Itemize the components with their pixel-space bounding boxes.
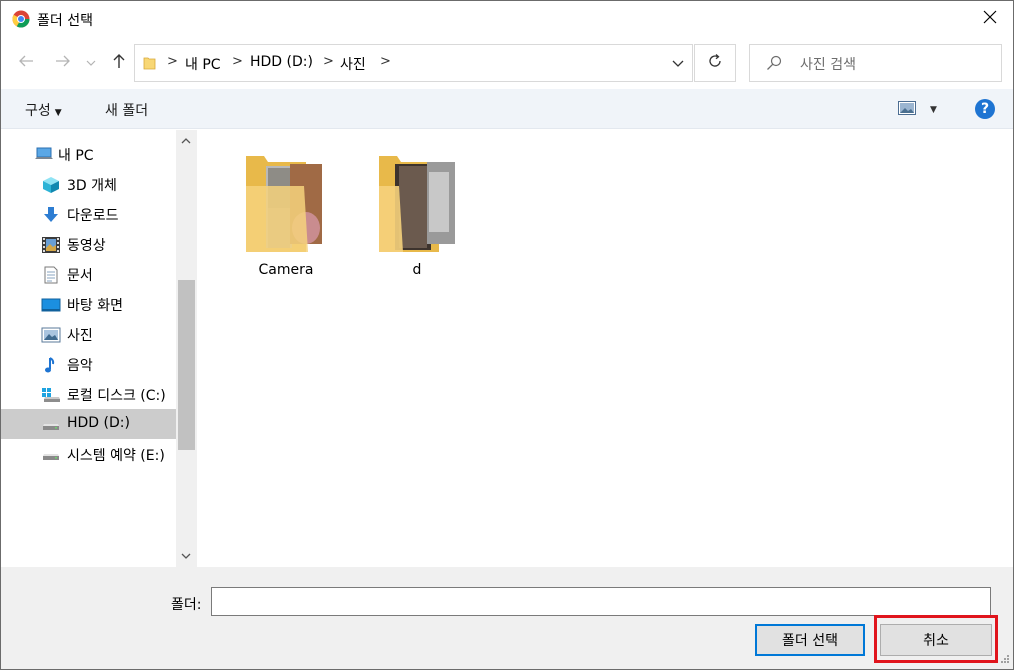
arrow-left-icon [18,54,34,72]
sidebar-item-label: HDD (D:) [67,415,130,431]
navigation-pane: 내 PC 3D 개체 다운로드 동영상 문서 바탕 화면 사진 음악 로컬 디스… [1,130,197,567]
search-icon [766,55,782,75]
folder-item-camera[interactable]: Camera [226,150,346,280]
sidebar-item-3d-objects[interactable]: 3D 개체 [1,169,176,199]
sidebar-item-label: 바탕 화면 [67,298,123,314]
search-box[interactable]: 사진 검색 [749,44,1002,82]
sidebar-item-label: 음악 [67,358,93,374]
folder-thumbnail-icon [244,152,324,260]
sidebar-item-pictures[interactable]: 사진 [1,319,176,349]
search-placeholder: 사진 검색 [800,57,856,73]
breadcrumb-item-pc[interactable]: 내 PC [185,54,221,74]
arrow-right-icon [55,54,71,72]
breadcrumb-item-hdd[interactable]: HDD (D:) [250,54,313,70]
desktop-icon [41,296,61,314]
forward-button[interactable] [51,51,75,75]
sidebar-item-label: 사진 [67,328,93,344]
cube-icon [41,176,61,194]
sidebar-item-label: 문서 [67,268,93,284]
video-icon [41,236,61,254]
folder-small-icon [143,55,157,75]
organize-button[interactable]: 구성 ▼ [25,100,62,120]
chevron-down-icon [86,55,96,71]
folder-select-dialog: 폴더 선택 > 내 PC > HDD (D:) > 사진 > 사진 검색 구성 … [0,0,1014,670]
sidebar-item-desktop[interactable]: 바탕 화면 [1,289,176,319]
picture-icon [41,326,61,344]
breadcrumb-separator-icon: > [232,54,243,69]
breadcrumb-separator-icon: > [167,54,178,69]
title-bar: 폴더 선택 [1,1,1013,37]
sidebar-item-label: 다운로드 [67,208,119,224]
organize-label: 구성 [25,103,51,119]
sidebar-item-videos[interactable]: 동영상 [1,229,176,259]
sidebar-item-pc[interactable]: 내 PC [1,139,176,169]
command-toolbar: 구성 ▼ 새 폴더 ▼ [1,89,1013,129]
address-bar[interactable]: > 내 PC > HDD (D:) > 사진 > [134,44,693,82]
folder-name: d [412,262,422,278]
file-list: Camera d [197,130,1013,567]
refresh-button[interactable] [694,44,736,82]
up-button[interactable] [107,51,131,75]
windows-drive-icon [41,386,61,404]
sidebar-item-system-reserved-e[interactable]: 시스템 예약 (E:) [1,439,176,469]
address-dropdown-icon[interactable] [672,56,684,72]
back-button[interactable] [14,51,38,75]
view-icon [898,101,916,119]
sidebar-item-downloads[interactable]: 다운로드 [1,199,176,229]
chrome-icon [12,10,30,28]
music-icon [41,356,61,374]
scrollbar-thumb[interactable] [178,280,195,450]
sidebar-item-label: 내 PC [58,148,94,164]
select-folder-button[interactable]: 폴더 선택 [755,624,865,656]
sidebar-item-music[interactable]: 음악 [1,349,176,379]
sidebar-item-label: 동영상 [67,238,106,254]
document-icon [41,266,61,284]
breadcrumb-separator-icon: > [323,54,334,69]
drive-icon [41,446,61,464]
breadcrumb-separator-icon: > [380,54,391,69]
sidebar-item-local-disk-c[interactable]: 로컬 디스크 (C:) [1,379,176,409]
view-options-button[interactable]: ▼ [898,101,937,119]
folder-thumbnail-icon [377,152,457,260]
folder-name: Camera [258,262,314,278]
breadcrumb-item-photos[interactable]: 사진 [340,54,366,74]
folder-field-label: 폴더: [171,597,202,613]
new-folder-button[interactable]: 새 폴더 [105,100,148,120]
arrow-up-icon [112,53,126,73]
footer-panel: 폴더: 폴더 선택 취소 [1,567,1013,669]
sidebar-item-label: 시스템 예약 (E:) [67,448,165,464]
sidebar-scrollbar[interactable] [176,130,197,567]
scroll-up-icon[interactable] [180,134,192,150]
refresh-icon [707,53,723,73]
close-icon [983,10,997,28]
close-button[interactable] [967,1,1013,37]
cancel-highlight-box [874,615,998,663]
help-button[interactable]: ? [975,99,995,119]
folder-name-input[interactable] [211,587,991,616]
sidebar-item-label: 3D 개체 [67,178,117,194]
sidebar-item-hdd-d[interactable]: HDD (D:) [1,409,176,439]
recent-locations-button[interactable] [83,51,99,75]
scroll-down-icon[interactable] [180,549,192,565]
folder-item-d[interactable]: d [357,150,477,280]
resize-grip-icon[interactable] [1000,652,1010,668]
caret-down-icon: ▼ [54,108,62,118]
window-title: 폴더 선택 [37,13,93,29]
drive-icon [41,416,61,434]
sidebar-item-documents[interactable]: 문서 [1,259,176,289]
sidebar-item-label: 로컬 디스크 (C:) [67,388,166,404]
pc-icon [34,146,54,164]
caret-down-icon: ▼ [930,105,937,115]
navigation-bar: > 내 PC > HDD (D:) > 사진 > 사진 검색 [1,37,1013,89]
download-icon [41,206,61,224]
